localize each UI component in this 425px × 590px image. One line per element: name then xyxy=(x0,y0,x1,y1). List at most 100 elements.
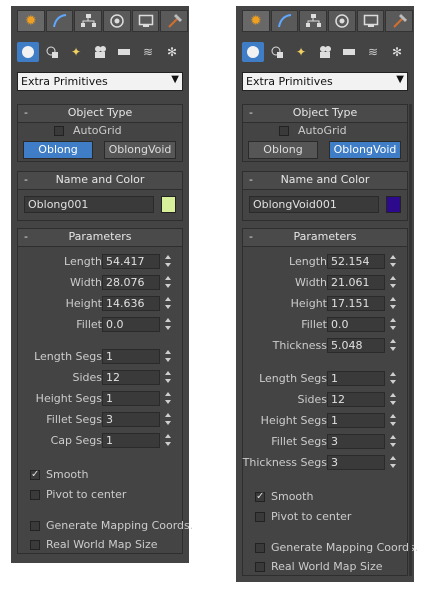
fillet-spinner[interactable] xyxy=(164,317,173,332)
cap-segs-spinner[interactable] xyxy=(164,433,173,448)
name-and-color-header[interactable]: - Name and Color xyxy=(18,172,182,190)
thickness-segs-field[interactable]: 3 xyxy=(327,455,385,470)
sides-spinner[interactable] xyxy=(164,370,173,385)
object-name-field[interactable]: OblongVoid001 xyxy=(249,196,379,213)
cap-segs-field[interactable]: 1 xyxy=(102,433,160,448)
modify-tab[interactable] xyxy=(45,10,74,32)
width-field[interactable]: 28.076 xyxy=(102,275,160,290)
thickness-spinner[interactable] xyxy=(389,338,398,353)
fillet-segs-field[interactable]: 3 xyxy=(102,412,160,427)
sides-spinner[interactable] xyxy=(389,392,398,407)
height-segs-field[interactable]: 1 xyxy=(327,413,385,428)
fillet-field[interactable]: 0.0 xyxy=(102,317,160,332)
length-segs-field[interactable]: 1 xyxy=(327,371,385,386)
helpers-category[interactable] xyxy=(338,42,360,62)
height-segs-spinner[interactable] xyxy=(389,413,398,428)
generate-mapping-coords-checkbox[interactable] xyxy=(255,543,265,553)
width-field[interactable]: 21.061 xyxy=(327,275,385,290)
fillet-segs-field[interactable]: 3 xyxy=(327,434,385,449)
length-field[interactable]: 54.417 xyxy=(102,254,160,269)
height-spinner[interactable] xyxy=(389,296,398,311)
shapes-category[interactable] xyxy=(266,42,288,62)
rollout-title: Object Type xyxy=(67,106,133,119)
generate-mapping-coords-checkbox[interactable] xyxy=(30,521,40,531)
pivot-to-center-checkbox[interactable] xyxy=(255,512,265,522)
length-segs-field[interactable]: 1 xyxy=(102,349,160,364)
name-and-color-header[interactable]: - Name and Color xyxy=(243,172,407,190)
sides-field[interactable]: 12 xyxy=(102,370,160,385)
cameras-category[interactable] xyxy=(314,42,336,62)
lights-icon: ✦ xyxy=(295,45,307,59)
object-color-swatch[interactable] xyxy=(386,196,401,213)
shapes-category[interactable] xyxy=(41,42,63,62)
length-field[interactable]: 52.154 xyxy=(327,254,385,269)
width-spinner[interactable] xyxy=(389,275,398,290)
primitive-type-dropdown[interactable]: Extra Primitives ▼ xyxy=(242,72,408,91)
motion-tab[interactable] xyxy=(103,10,131,32)
geometry-category[interactable] xyxy=(17,42,39,62)
length-segs-spinner[interactable] xyxy=(389,371,398,386)
rollout-title: Name and Color xyxy=(280,173,370,186)
pivot-to-center-checkbox[interactable] xyxy=(30,490,40,500)
panel-scrollbar[interactable] xyxy=(409,104,412,576)
height-segs-spinner[interactable] xyxy=(164,391,173,406)
height-spinner[interactable] xyxy=(164,296,173,311)
sides-field[interactable]: 12 xyxy=(327,392,385,407)
hierarchy-tab[interactable] xyxy=(74,10,103,32)
thickness-segs-spinner[interactable] xyxy=(389,455,398,470)
height-field[interactable]: 17.151 xyxy=(327,296,385,311)
length-spinner[interactable] xyxy=(389,254,398,269)
lights-category[interactable]: ✦ xyxy=(65,42,87,62)
hierarchy-tab[interactable] xyxy=(299,10,328,32)
object-type-header[interactable]: - Object Type xyxy=(18,105,182,123)
thickness-label: Thickness xyxy=(272,339,327,352)
create-tab[interactable]: ✹ xyxy=(17,10,45,32)
utilities-tab[interactable] xyxy=(385,10,414,32)
real-world-map-size-checkbox[interactable] xyxy=(255,562,265,572)
oblongvoid-button[interactable]: OblongVoid xyxy=(329,141,401,159)
parameters-header[interactable]: - Parameters xyxy=(18,229,182,247)
smooth-checkbox[interactable]: ✓ xyxy=(255,492,265,502)
autogrid-checkbox[interactable] xyxy=(54,126,64,136)
pivot-to-center-label: Pivot to center xyxy=(46,488,127,501)
oblongvoid-button[interactable]: OblongVoid xyxy=(104,141,176,159)
spacewarps-category[interactable]: ≋ xyxy=(362,42,384,62)
smooth-checkbox[interactable]: ✓ xyxy=(30,470,40,480)
motion-tab[interactable] xyxy=(328,10,356,32)
object-type-header[interactable]: - Object Type xyxy=(243,105,407,123)
height-field[interactable]: 14.636 xyxy=(102,296,160,311)
systems-category[interactable]: ✻ xyxy=(386,42,408,62)
height-segs-field[interactable]: 1 xyxy=(102,391,160,406)
length-spinner[interactable] xyxy=(164,254,173,269)
fillet-spinner[interactable] xyxy=(389,317,398,332)
fillet-segs-spinner[interactable] xyxy=(389,434,398,449)
display-tab[interactable] xyxy=(356,10,385,32)
helpers-icon xyxy=(118,49,130,55)
cameras-category[interactable] xyxy=(89,42,111,62)
object-color-swatch[interactable] xyxy=(161,196,176,213)
parameters-header[interactable]: - Parameters xyxy=(243,229,407,247)
helpers-category[interactable] xyxy=(113,42,135,62)
object-name-field[interactable]: Oblong001 xyxy=(24,196,154,213)
width-spinner[interactable] xyxy=(164,275,173,290)
thickness-field[interactable]: 5.048 xyxy=(327,338,385,353)
primitive-type-dropdown[interactable]: Extra Primitives ▼ xyxy=(17,72,183,91)
modify-tab[interactable] xyxy=(270,10,299,32)
utilities-tab[interactable] xyxy=(160,10,189,32)
spacewarps-icon: ≋ xyxy=(367,45,379,59)
display-tab[interactable] xyxy=(131,10,160,32)
length-segs-spinner[interactable] xyxy=(164,349,173,364)
fillet-field[interactable]: 0.0 xyxy=(327,317,385,332)
lights-category[interactable]: ✦ xyxy=(290,42,312,62)
fillet-segs-spinner[interactable] xyxy=(164,412,173,427)
systems-category[interactable]: ✻ xyxy=(161,42,183,62)
real-world-map-size-checkbox[interactable] xyxy=(30,540,40,550)
autogrid-checkbox[interactable] xyxy=(279,126,289,136)
oblong-button[interactable]: Oblong xyxy=(248,141,318,159)
geometry-icon xyxy=(22,46,34,58)
geometry-category[interactable] xyxy=(242,42,264,62)
spacewarps-category[interactable]: ≋ xyxy=(137,42,159,62)
create-tab[interactable]: ✹ xyxy=(242,10,270,32)
name-and-color-rollout: - Name and Color Oblong001 xyxy=(17,171,183,221)
oblong-button[interactable]: Oblong xyxy=(23,141,93,159)
